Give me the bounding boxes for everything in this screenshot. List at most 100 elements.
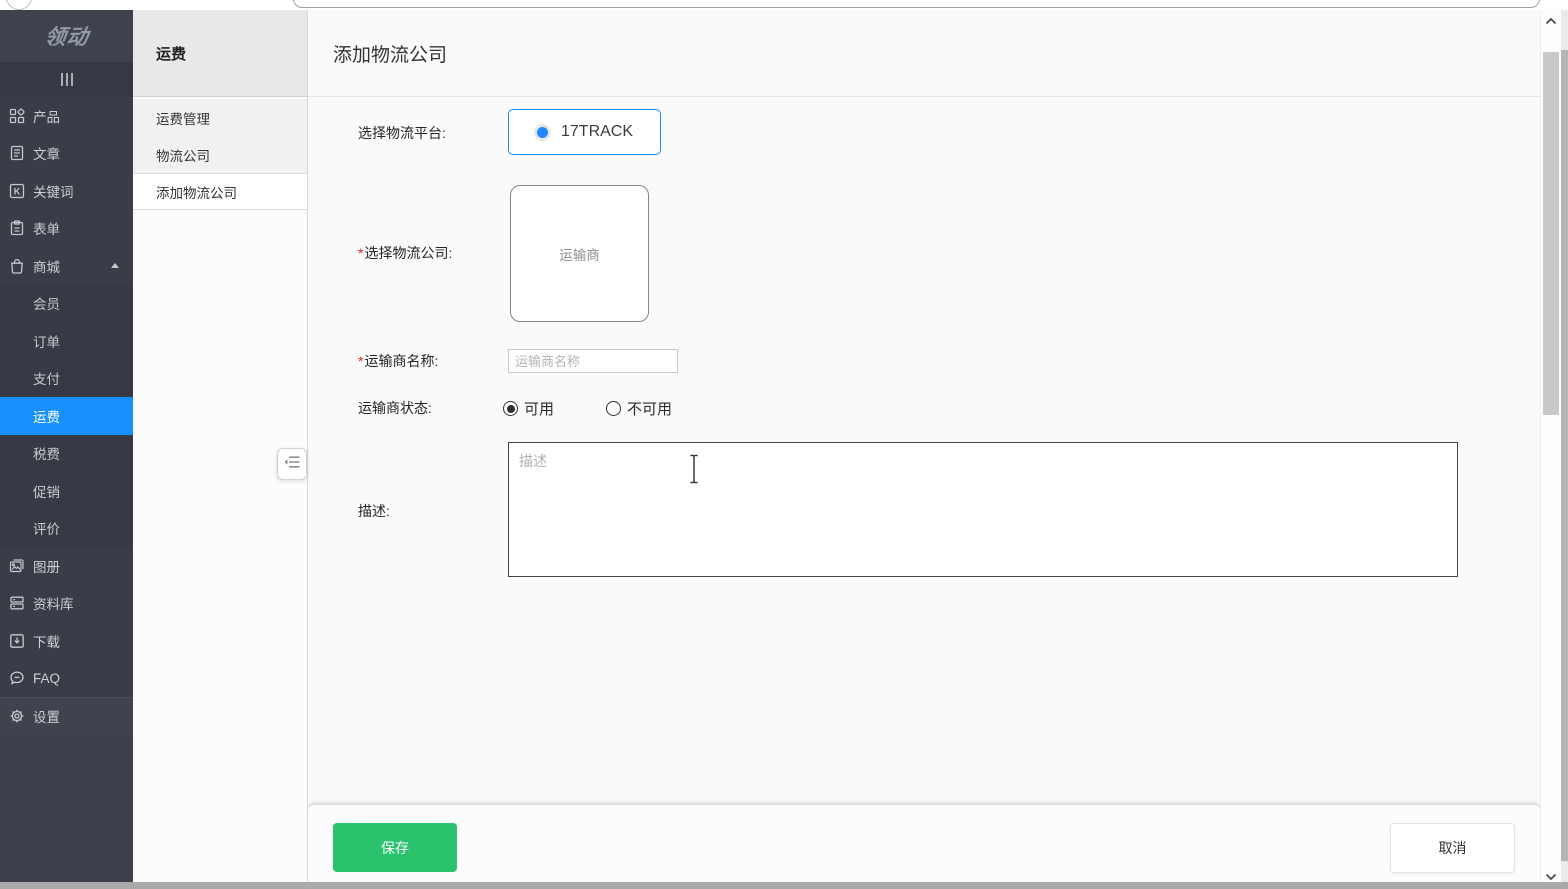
sidebar-item-label: 税费	[33, 447, 60, 463]
sidebar-item-label: 评价	[33, 522, 60, 538]
required-mark: *	[358, 353, 364, 369]
scroll-up-icon[interactable]	[1541, 18, 1561, 25]
app-logo-text: 领动	[42, 26, 90, 49]
status-option-1[interactable]: 不可用	[606, 398, 672, 419]
sidebar-item-orders[interactable]: 订单	[0, 322, 133, 360]
status-option-0[interactable]: 可用	[503, 398, 554, 419]
secondary-item-logistics-company[interactable]: 物流公司	[133, 136, 307, 173]
scroll-down-icon[interactable]	[1541, 873, 1561, 880]
horizontal-scrollbar[interactable]	[0, 882, 1568, 889]
secondary-item-label: 物流公司	[156, 148, 210, 164]
required-mark: *	[358, 245, 364, 261]
sidebar-item-payment[interactable]: 支付	[0, 359, 133, 397]
sidebar-item-label: 支付	[33, 372, 60, 388]
carrier-name-input[interactable]	[508, 349, 678, 373]
platform-label: 选择物流平台:	[358, 125, 446, 141]
sidebar-item-keywords[interactable]: K 关键词	[0, 172, 133, 210]
address-bar-fragment[interactable]	[293, 0, 1540, 8]
sidebar-item-label: 下载	[33, 634, 60, 650]
sidebar-item-library[interactable]: 资料库	[0, 584, 133, 622]
sidebar-item-label: 文章	[33, 147, 60, 163]
carrier-status-label: 运输商状态:	[358, 400, 432, 416]
sidebar-item-products[interactable]: 产品	[0, 97, 133, 135]
sidebar-item-shipping[interactable]: 运费	[0, 397, 133, 435]
sidebar-item-articles[interactable]: 文章	[0, 134, 133, 172]
settings-icon	[8, 708, 25, 724]
sidebar-item-label: 订单	[33, 334, 60, 350]
sidebar-item-reviews[interactable]: 评价	[0, 509, 133, 547]
page-scrollbar	[1540, 10, 1561, 889]
sidebar-item-label: 图册	[33, 559, 60, 575]
appstore-icon	[8, 108, 25, 124]
sidebar-item-label: 设置	[33, 710, 60, 726]
sidebar-nav: 产品文章 K 关键词表单商城会员订单支付运费税费促销评价图册资料库下载 FAQ 设置	[0, 97, 133, 889]
sidebar: 领动 产品文章 K 关键词表单商城会员订单支付运费税费促销评价图册资料库下载 FAQ 设…	[0, 10, 133, 889]
app: 领动 产品 文章 K 关键词 表单 商城 会员 订单 支付 运费 税费 促销 评价 图册 资料库 下载 FAQ 设…	[0, 10, 1568, 889]
description-label: 描述:	[358, 503, 390, 519]
sidebar-item-promotion[interactable]: 促销	[0, 472, 133, 510]
main-content: 添加物流公司 选择物流平台: 17TRACK *选择物流公司: 运输商 *运输商…	[308, 10, 1540, 889]
download-icon	[8, 633, 25, 649]
library-icon	[8, 595, 25, 611]
carrier-status-radio-group: 可用 不可用	[503, 398, 672, 419]
browser-scrollbar-thumb[interactable]	[1561, 50, 1568, 861]
form-icon	[8, 220, 25, 236]
mall-icon	[8, 258, 25, 274]
secondary-item-shipping-management[interactable]: 运费管理	[133, 99, 307, 136]
sidebar-item-label: FAQ	[33, 670, 61, 686]
browser-chrome-strip	[0, 0, 1568, 10]
sidebar-item-label: 促销	[33, 484, 60, 500]
panel-collapse-button[interactable]	[277, 448, 307, 480]
sidebar-item-label: 会员	[33, 297, 60, 313]
platform-option-17track[interactable]: 17TRACK	[508, 109, 661, 155]
collapse-bars-icon	[65, 73, 68, 86]
save-button[interactable]: 保存	[333, 823, 457, 872]
sidebar-item-members[interactable]: 会员	[0, 284, 133, 322]
collapse-bars-icon	[60, 73, 63, 86]
cancel-button[interactable]: 取消	[1390, 823, 1515, 873]
browser-button-fragment	[6, 0, 32, 10]
sidebar-item-download[interactable]: 下载	[0, 622, 133, 660]
menu-fold-icon	[284, 455, 300, 474]
browser-scrollbar	[1561, 10, 1568, 889]
collapse-bars-icon	[70, 73, 73, 86]
form-footer: 保存 取消	[308, 805, 1540, 883]
platform-option-label: 17TRACK	[561, 123, 634, 140]
article-icon	[8, 145, 25, 161]
sidebar-item-tax[interactable]: 税费	[0, 434, 133, 472]
radio-selected-icon[interactable]	[503, 401, 518, 416]
description-textarea[interactable]	[508, 442, 1458, 577]
sidebar-item-label: 表单	[33, 222, 60, 238]
secondary-item-label: 运费管理	[156, 111, 210, 127]
sidebar-item-forms[interactable]: 表单	[0, 209, 133, 247]
app-logo[interactable]: 领动	[0, 10, 133, 62]
status-option-label: 不可用	[627, 401, 673, 418]
sidebar-item-label: 商城	[33, 259, 60, 275]
chevron-up-icon	[111, 263, 119, 269]
sidebar-item-albums[interactable]: 图册	[0, 547, 133, 585]
company-picker-box[interactable]: 运输商	[510, 185, 649, 322]
keyword-icon: K	[8, 183, 25, 199]
secondary-menu: 运费管理物流公司添加物流公司	[133, 99, 307, 210]
album-icon	[8, 558, 25, 574]
secondary-item-label: 添加物流公司	[156, 185, 237, 201]
sidebar-collapse-toggle[interactable]	[0, 62, 133, 97]
sidebar-item-settings[interactable]: 设置	[0, 697, 133, 735]
page-scrollbar-thumb[interactable]	[1543, 52, 1559, 415]
svg-text:K: K	[13, 186, 20, 196]
sidebar-item-label: 运费	[33, 409, 60, 425]
sidebar-item-faq[interactable]: FAQ	[0, 659, 133, 697]
company-picker-text: 运输商	[559, 247, 600, 263]
radio-selected-icon	[534, 123, 551, 141]
screen: 领动 产品 文章 K 关键词 表单 商城 会员 订单 支付 运费 税费 促销 评价 图册 资料库 下载 FAQ 设…	[0, 0, 1568, 889]
radio-unselected-icon[interactable]	[606, 401, 622, 416]
sidebar-item-mall[interactable]: 商城	[0, 247, 133, 285]
page-title: 添加物流公司	[333, 44, 448, 66]
carrier-name-label: *运输商名称:	[358, 353, 439, 369]
secondary-panel-title: 运费	[133, 10, 307, 97]
secondary-item-add-logistics-company[interactable]: 添加物流公司	[133, 173, 307, 210]
sidebar-item-label: 资料库	[33, 597, 74, 613]
page-header: 添加物流公司	[308, 10, 1540, 97]
secondary-panel: 运费 运费管理物流公司添加物流公司	[133, 10, 308, 889]
sidebar-item-label: 关键词	[33, 184, 74, 200]
